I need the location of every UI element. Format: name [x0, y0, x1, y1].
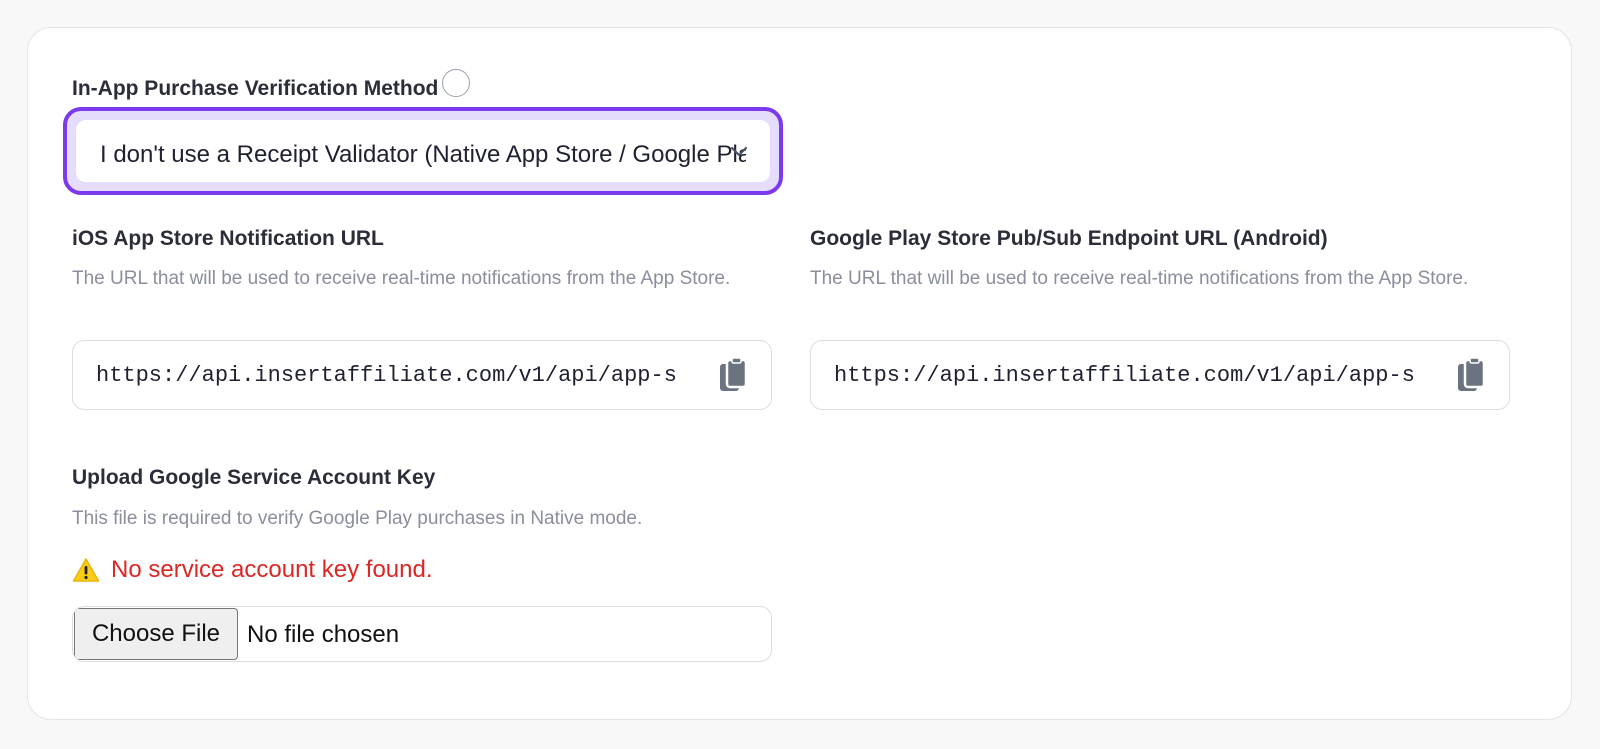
android-url-description: The URL that will be used to receive rea… [810, 268, 1469, 289]
upload-key-description: This file is required to verify Google P… [72, 508, 643, 529]
ios-url-label: iOS App Store Notification URL [72, 227, 384, 250]
ios-url-field[interactable]: https://api.insertaffiliate.com/v1/api/a… [72, 340, 772, 410]
copy-icon[interactable] [1455, 358, 1487, 394]
warning-icon [72, 558, 100, 582]
file-status: No file chosen [247, 621, 400, 648]
android-url-value: https://api.insertaffiliate.com/v1/api/a… [834, 363, 1416, 388]
radio-button[interactable] [442, 69, 470, 97]
warning-text: No service account key found. [111, 556, 433, 583]
android-url-field[interactable]: https://api.insertaffiliate.com/v1/api/a… [810, 340, 1510, 410]
select-value: I don't use a Receipt Validator (Native … [100, 141, 746, 168]
verification-method-label: In-App Purchase Verification Method [72, 77, 439, 100]
file-input[interactable]: Choose File No file chosen [72, 606, 772, 662]
ios-url-description: The URL that will be used to receive rea… [72, 268, 731, 289]
upload-key-label: Upload Google Service Account Key [72, 466, 436, 489]
copy-icon[interactable] [717, 358, 749, 394]
verification-method-select[interactable]: I don't use a Receipt Validator (Native … [63, 107, 783, 195]
choose-file-button[interactable]: Choose File [74, 608, 238, 660]
ios-url-value: https://api.insertaffiliate.com/v1/api/a… [96, 363, 678, 388]
select-box[interactable]: I don't use a Receipt Validator (Native … [76, 120, 770, 182]
chevron-down-icon [730, 146, 748, 157]
warning-message: No service account key found. [72, 555, 433, 585]
settings-card: In-App Purchase Verification Method I do… [27, 27, 1572, 720]
android-url-label: Google Play Store Pub/Sub Endpoint URL (… [810, 227, 1328, 250]
